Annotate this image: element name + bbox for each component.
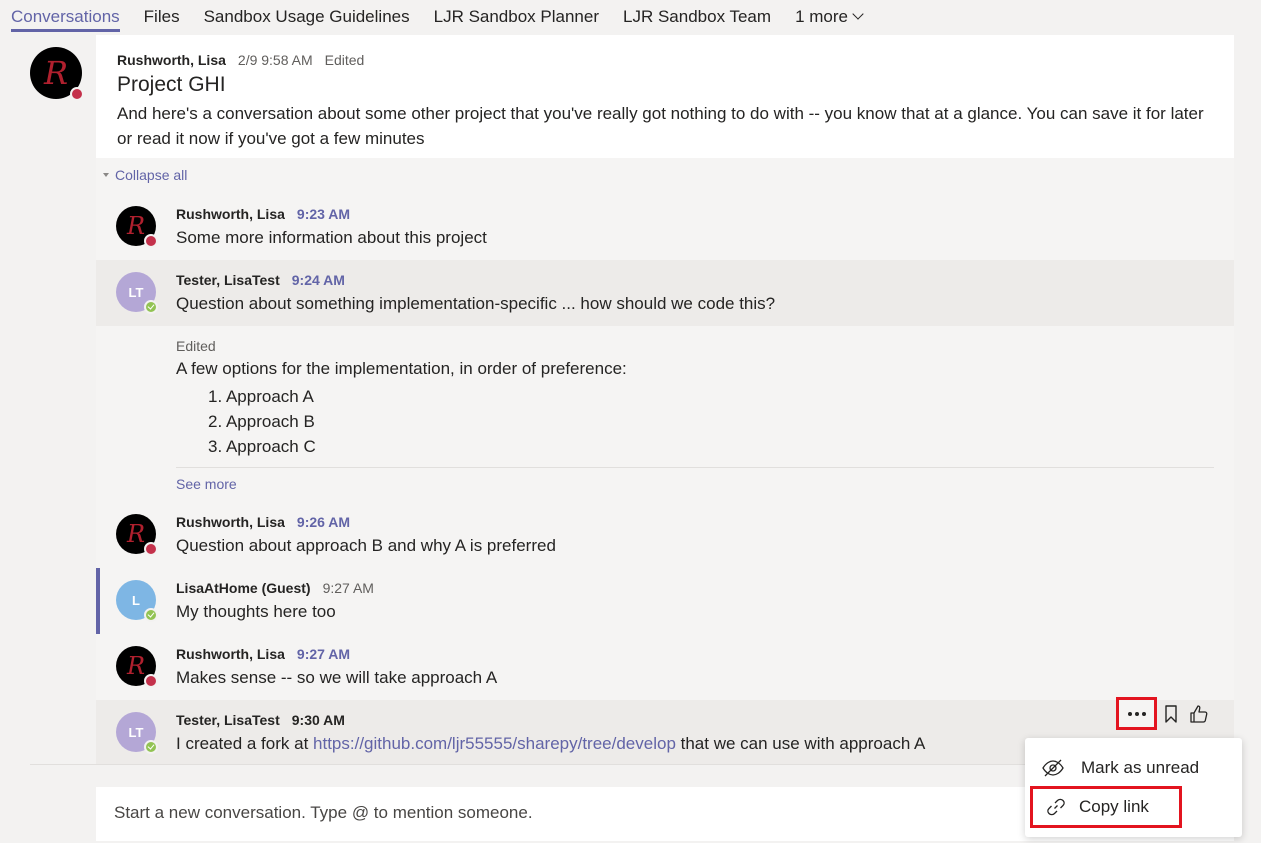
new-conversation-input[interactable]	[114, 803, 1014, 823]
avatar[interactable]: LT	[116, 272, 158, 314]
avatar[interactable]: L	[116, 580, 158, 622]
reply-text-part: I created a fork at	[176, 734, 314, 753]
mark-unread-icon	[1042, 759, 1064, 777]
chevron-down-icon	[852, 8, 864, 20]
post-timestamp: 2/9 9:58 AM	[237, 52, 313, 68]
link-icon-wrap	[1033, 797, 1079, 817]
post-subject: Project GHI	[117, 73, 226, 96]
status-busy-icon	[70, 87, 84, 101]
reply-author[interactable]: Rushworth, Lisa	[176, 646, 285, 662]
list-item: 3. Approach C	[208, 437, 316, 456]
status-busy-icon	[144, 674, 158, 688]
list-item: 2. Approach B	[208, 412, 315, 431]
reply-text: Makes sense -- so we will take approach …	[176, 668, 498, 687]
more-dot	[1141, 711, 1146, 716]
more-dot	[1134, 711, 1139, 716]
menu-item-label: Copy link	[1079, 797, 1149, 816]
tab-conversations[interactable]: Conversations	[11, 0, 120, 34]
reply-text: I created a fork at https://github.com/l…	[176, 734, 925, 754]
reply-text: A few options for the implementation, in…	[176, 359, 627, 378]
caret-down-icon	[103, 173, 109, 177]
post-body: And here's a conversation about some oth…	[117, 104, 1204, 148]
options-list: 1. Approach A 2. Approach B 3. Approach …	[208, 384, 316, 459]
like-button[interactable]	[1185, 700, 1213, 728]
mark-as-unread-menu-item[interactable]: Mark as unread	[1025, 750, 1242, 786]
tab-more[interactable]: 1 more	[795, 0, 864, 34]
menu-item-label: Mark as unread	[1081, 758, 1200, 777]
link-icon	[1047, 798, 1065, 816]
channel-tabs: Conversations Files Sandbox Usage Guidel…	[0, 0, 1261, 34]
github-link[interactable]: https://github.com/ljr55555/sharepy/tree…	[313, 734, 676, 753]
root-post: Rushworth, Lisa 2/9 9:58 AM Edited Proje…	[96, 35, 1234, 158]
post-author[interactable]: Rushworth, Lisa	[117, 52, 226, 68]
reply-message: L LisaAtHome (Guest) 9:27 AM My thoughts…	[96, 568, 1234, 634]
reply-author[interactable]: Rushworth, Lisa	[176, 514, 285, 530]
reply-text: My thoughts here too	[176, 602, 336, 621]
collapse-all-label: Collapse all	[115, 167, 188, 183]
avatar[interactable]: R	[116, 206, 158, 248]
edited-label: Edited	[324, 52, 365, 68]
reply-author[interactable]: LisaAtHome (Guest)	[176, 580, 311, 596]
guest-indicator-bar	[96, 568, 100, 634]
collapse-all-button[interactable]: Collapse all	[103, 167, 187, 183]
reply-time: 9:24 AM	[291, 272, 345, 288]
status-busy-icon	[144, 234, 158, 248]
tab-more-label: 1 more	[795, 7, 848, 26]
status-available-icon	[144, 740, 158, 754]
reply-text: Question about approach B and why A is p…	[176, 536, 556, 555]
message-actions	[1116, 697, 1213, 730]
reply-text: Question about something implementation-…	[176, 294, 776, 313]
reply-message: R Rushworth, Lisa 9:27 AM Makes sense --…	[96, 634, 1234, 700]
reply-text-part: that we can use with approach A	[675, 734, 926, 753]
tab-files[interactable]: Files	[144, 0, 180, 34]
tab-ljr-sandbox-team[interactable]: LJR Sandbox Team	[623, 0, 771, 34]
edited-label: Edited	[176, 338, 216, 354]
tab-sandbox-usage-guidelines[interactable]: Sandbox Usage Guidelines	[204, 0, 410, 34]
tab-ljr-sandbox-planner[interactable]: LJR Sandbox Planner	[434, 0, 599, 34]
reply-author[interactable]: Rushworth, Lisa	[176, 206, 285, 222]
avatar[interactable]: R	[30, 47, 84, 101]
avatar[interactable]: LT	[116, 712, 158, 754]
reply-author[interactable]: Tester, LisaTest	[176, 712, 280, 728]
mark-unread-icon-wrap	[1025, 758, 1081, 778]
bookmark-icon	[1165, 704, 1177, 723]
more-dot	[1127, 711, 1132, 716]
save-bookmark-button[interactable]	[1157, 700, 1185, 728]
reply-message: R Rushworth, Lisa 9:23 AM Some more info…	[96, 194, 1234, 260]
thumbs-up-icon	[1190, 704, 1208, 723]
copy-link-menu-item[interactable]: Copy link	[1030, 786, 1182, 828]
divider	[176, 467, 1214, 468]
message-context-menu: Mark as unread Copy link	[1025, 738, 1242, 837]
avatar[interactable]: R	[116, 514, 158, 556]
more-options-button[interactable]	[1116, 697, 1157, 730]
avatar[interactable]: R	[116, 646, 158, 688]
status-busy-icon	[144, 542, 158, 556]
reply-message: R Rushworth, Lisa 9:26 AM Question about…	[96, 502, 1234, 568]
reply-time: 9:26 AM	[296, 514, 351, 530]
status-available-icon	[144, 300, 158, 314]
reply-time: 9:23 AM	[296, 206, 351, 222]
see-more-link[interactable]: See more	[176, 476, 237, 492]
reply-time: 9:30 AM	[291, 712, 345, 728]
status-available-icon	[144, 608, 158, 622]
reply-author[interactable]: Tester, LisaTest	[176, 272, 280, 288]
reply-message: LT Tester, LisaTest 9:24 AM Question abo…	[96, 260, 1234, 326]
reply-time: 9:27 AM	[296, 646, 351, 662]
reply-thread: Collapse all R Rushworth, Lisa 9:23 AM S…	[96, 158, 1234, 764]
list-item: 1. Approach A	[208, 387, 314, 406]
reply-text: Some more information about this project	[176, 228, 487, 247]
reply-time: 9:27 AM	[322, 580, 374, 596]
